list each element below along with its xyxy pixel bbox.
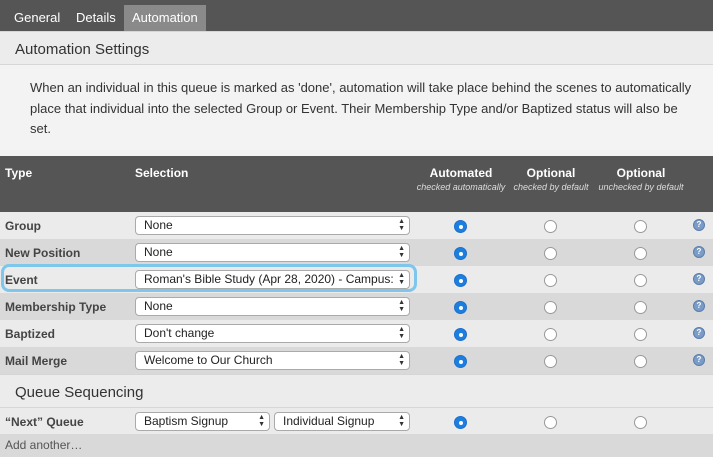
- next-queue-select-1-value: Baptism Signup: [144, 414, 229, 428]
- new-position-optional-unchecked-radio[interactable]: [634, 247, 647, 260]
- question-icon[interactable]: ?: [693, 246, 705, 258]
- next-queue-automated-radio[interactable]: [454, 416, 467, 429]
- group-automated-radio[interactable]: [454, 220, 467, 233]
- updown-arrows-icon: ▲ ▼: [258, 414, 265, 428]
- table-row: Membership Type None ▲ ▼ ?: [0, 293, 713, 320]
- updown-arrows-icon: ▲ ▼: [398, 218, 405, 232]
- event-optional-unchecked-radio[interactable]: [634, 274, 647, 287]
- tab-automation[interactable]: Automation: [124, 5, 206, 31]
- question-icon[interactable]: ?: [693, 327, 705, 339]
- header-optional-unchecked-label: Optional: [616, 166, 666, 180]
- baptized-select-value: Don't change: [144, 326, 215, 340]
- mail-merge-optional-checked-radio[interactable]: [544, 355, 557, 368]
- updown-arrows-icon: ▲ ▼: [398, 245, 405, 259]
- queue-sequencing-header: Queue Sequencing: [0, 374, 713, 408]
- mail-merge-select[interactable]: Welcome to Our Church ▲ ▼: [135, 351, 410, 370]
- updown-arrows-icon: ▲ ▼: [398, 299, 405, 313]
- header-automated: Automated checked automatically: [411, 166, 511, 192]
- add-another-row: Add another…: [0, 434, 713, 457]
- question-icon[interactable]: ?: [693, 273, 705, 285]
- queue-sequencing-title: Queue Sequencing: [15, 384, 144, 401]
- event-row-highlight: [1, 264, 417, 292]
- new-position-select[interactable]: None ▲ ▼: [135, 243, 410, 262]
- header-selection: Selection: [135, 166, 189, 180]
- automation-settings-title: Automation Settings: [15, 41, 150, 58]
- next-queue-select-2-value: Individual Signup: [283, 414, 375, 428]
- membership-type-select-value: None: [144, 299, 173, 313]
- question-icon[interactable]: ?: [693, 300, 705, 312]
- row-label-new-position: New Position: [5, 246, 81, 260]
- baptized-optional-unchecked-radio[interactable]: [634, 328, 647, 341]
- mail-merge-optional-unchecked-radio[interactable]: [634, 355, 647, 368]
- description-box: When an individual in this queue is mark…: [0, 65, 713, 156]
- membership-type-select[interactable]: None ▲ ▼: [135, 297, 410, 316]
- row-label-group: Group: [5, 219, 41, 233]
- table-row: Baptized Don't change ▲ ▼ ?: [0, 320, 713, 347]
- header-automated-label: Automated: [429, 166, 493, 180]
- group-optional-unchecked-radio[interactable]: [634, 220, 647, 233]
- baptized-automated-radio[interactable]: [454, 328, 467, 341]
- description-text: When an individual in this queue is mark…: [30, 80, 692, 136]
- next-queue-select-1[interactable]: Baptism Signup ▲ ▼: [135, 412, 270, 431]
- mail-merge-select-value: Welcome to Our Church: [144, 353, 273, 367]
- row-label-next-queue: “Next” Queue: [5, 415, 84, 429]
- updown-arrows-icon: ▲ ▼: [398, 414, 405, 428]
- membership-type-optional-unchecked-radio[interactable]: [634, 301, 647, 314]
- question-icon[interactable]: ?: [693, 354, 705, 366]
- group-optional-checked-radio[interactable]: [544, 220, 557, 233]
- next-queue-select-2[interactable]: Individual Signup ▲ ▼: [274, 412, 410, 431]
- tab-details[interactable]: Details: [68, 5, 124, 31]
- header-optional-checked-label: Optional: [526, 166, 576, 180]
- table-row: Group None ▲ ▼ ?: [0, 212, 713, 239]
- row-label-mail-merge: Mail Merge: [5, 354, 68, 368]
- header-optional-checked-sub: checked by default: [513, 182, 589, 192]
- group-select-value: None: [144, 218, 173, 232]
- tab-bar: General Details Automation: [0, 0, 713, 31]
- header-optional-unchecked: Optional unchecked by default: [591, 166, 691, 192]
- header-automated-sub: checked automatically: [416, 182, 506, 192]
- row-label-membership-type: Membership Type: [5, 300, 107, 314]
- updown-arrows-icon: ▲ ▼: [398, 353, 405, 367]
- new-position-select-value: None: [144, 245, 173, 259]
- table-row: New Position None ▲ ▼ ?: [0, 239, 713, 266]
- event-optional-checked-radio[interactable]: [544, 274, 557, 287]
- updown-arrows-icon: ▲ ▼: [398, 326, 405, 340]
- next-queue-optional-unchecked-radio[interactable]: [634, 416, 647, 429]
- table-row: “Next” Queue Baptism Signup ▲ ▼ Individua…: [0, 408, 713, 435]
- row-label-baptized: Baptized: [5, 327, 56, 341]
- table-row: Mail Merge Welcome to Our Church ▲ ▼ ?: [0, 347, 713, 374]
- baptized-optional-checked-radio[interactable]: [544, 328, 557, 341]
- group-select[interactable]: None ▲ ▼: [135, 216, 410, 235]
- header-type: Type: [5, 166, 33, 180]
- tab-general[interactable]: General: [6, 5, 68, 31]
- header-optional-checked: Optional checked by default: [501, 166, 601, 192]
- membership-type-optional-checked-radio[interactable]: [544, 301, 557, 314]
- baptized-select[interactable]: Don't change ▲ ▼: [135, 324, 410, 343]
- membership-type-automated-radio[interactable]: [454, 301, 467, 314]
- new-position-automated-radio[interactable]: [454, 247, 467, 260]
- table-header: Type Selection Automated checked automat…: [0, 156, 713, 212]
- automation-settings-header: Automation Settings: [0, 31, 713, 65]
- event-automated-radio[interactable]: [454, 274, 467, 287]
- new-position-optional-checked-radio[interactable]: [544, 247, 557, 260]
- mail-merge-automated-radio[interactable]: [454, 355, 467, 368]
- question-icon[interactable]: ?: [693, 219, 705, 231]
- header-optional-unchecked-sub: unchecked by default: [598, 182, 684, 192]
- next-queue-optional-checked-radio[interactable]: [544, 416, 557, 429]
- add-another-link[interactable]: Add another…: [5, 438, 82, 452]
